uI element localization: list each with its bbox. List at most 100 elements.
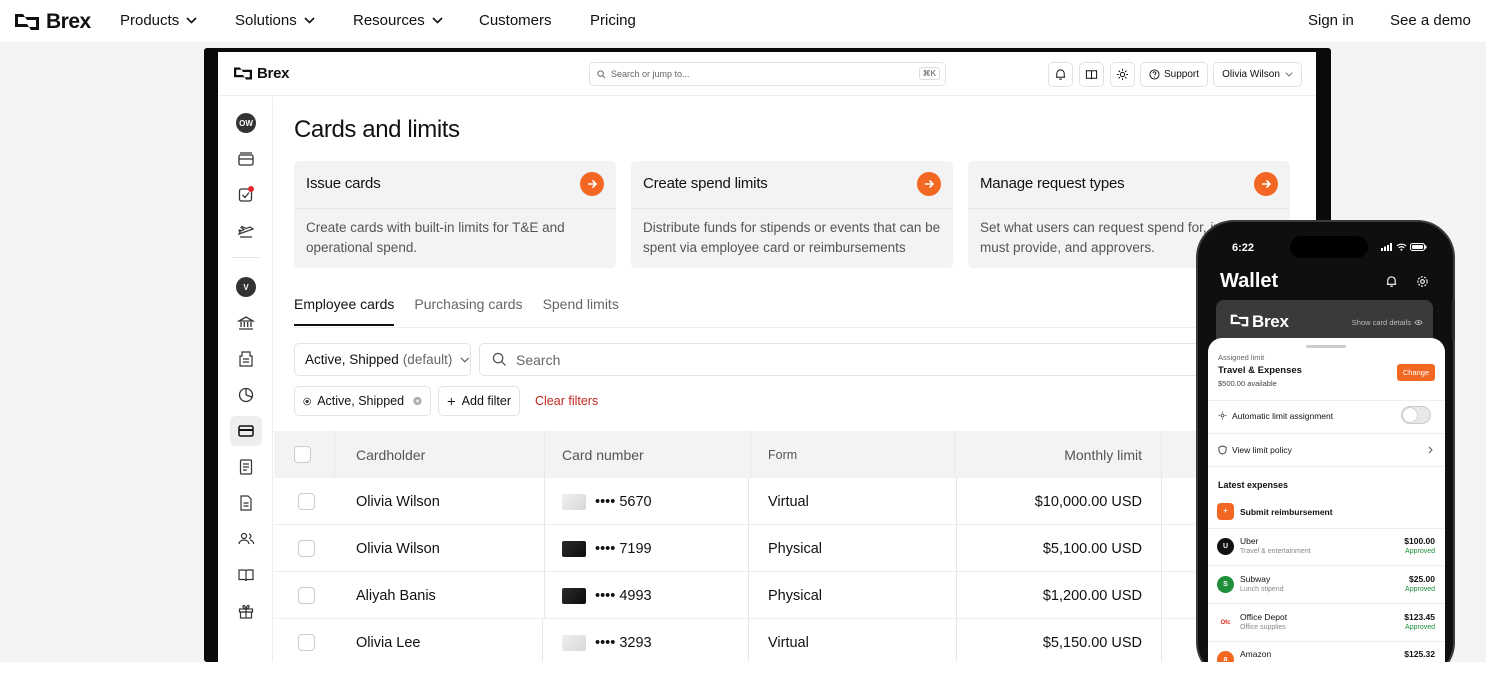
table-row[interactable]: Olivia Lee •••• 3293 Virtual $5,150.00 U…: [274, 619, 1316, 662]
arrow-right-icon[interactable]: [1254, 172, 1278, 196]
active-filter-chip[interactable]: Active, Shipped: [294, 386, 431, 416]
sidebar-item-cards[interactable]: [230, 416, 262, 446]
column-divider: [1161, 431, 1162, 478]
gear-icon[interactable]: [1416, 275, 1429, 288]
app-wordmark: Brex: [257, 65, 290, 82]
expense-merchant: Uber: [1240, 536, 1259, 546]
auto-assign-toggle[interactable]: [1401, 406, 1431, 424]
plus-icon[interactable]: +: [1217, 503, 1234, 520]
guides-button[interactable]: [1079, 62, 1104, 87]
feature-card-title: Create spend limits: [643, 175, 768, 192]
change-limit-button[interactable]: Change: [1397, 364, 1435, 381]
card-number: •••• 3293: [595, 634, 652, 651]
see-demo-link[interactable]: See a demo: [1390, 12, 1471, 29]
sun-icon: [1218, 411, 1227, 420]
arrow-right-icon[interactable]: [917, 172, 941, 196]
row-checkbox[interactable]: [298, 540, 315, 557]
brex-logo-icon: [15, 14, 39, 30]
status-icons: [1381, 243, 1427, 251]
app-logo[interactable]: Brex: [233, 65, 289, 82]
column-header-card-number[interactable]: Card number: [562, 431, 644, 478]
table-search-placeholder: Search: [516, 351, 561, 368]
clear-filters-link[interactable]: Clear filters: [535, 394, 598, 408]
sidebar-item-rewards[interactable]: [230, 596, 262, 626]
expense-merchant: Subway: [1240, 574, 1271, 584]
brex-logo[interactable]: Brex: [14, 10, 91, 34]
card-number-cell: •••• 4993: [562, 572, 652, 619]
notification-dot: [248, 186, 254, 192]
chevron-down-icon: [1285, 72, 1293, 77]
wallet-icon: [238, 152, 254, 166]
sidebar-item-banking[interactable]: [230, 308, 262, 338]
nav-customers[interactable]: Customers: [479, 12, 552, 29]
expense-amount: $125.32: [1404, 649, 1435, 659]
column-divider: [544, 525, 545, 572]
table-row[interactable]: Olivia Wilson •••• 5670 Virtual $10,000.…: [274, 478, 1316, 525]
support-label: Support: [1163, 69, 1200, 80]
remove-filter-icon[interactable]: [413, 395, 422, 407]
sidebar-item-team[interactable]: [230, 524, 262, 554]
table-row[interactable]: Olivia Wilson •••• 7199 Physical $5,100.…: [274, 525, 1316, 572]
sidebar-item-guides[interactable]: [230, 560, 262, 590]
nav-solutions[interactable]: Solutions: [235, 12, 315, 29]
select-all-checkbox[interactable]: [294, 431, 311, 478]
tab-purchasing-cards[interactable]: Purchasing cards: [414, 296, 522, 326]
sidebar-item-travel[interactable]: [230, 216, 262, 246]
plane-icon: [237, 225, 255, 238]
sidebar-item-expenses[interactable]: [230, 344, 262, 374]
expense-status: Approved: [1405, 586, 1435, 593]
create-spend-limits-card[interactable]: Create spend limits Distribute funds for…: [631, 161, 953, 268]
status-filter-select[interactable]: Active, Shipped (default): [294, 343, 471, 376]
nav-pricing[interactable]: Pricing: [590, 12, 636, 29]
column-divider: [1161, 619, 1162, 662]
sidebar-item-reports[interactable]: [230, 488, 262, 518]
chevron-right-icon: [1428, 446, 1433, 454]
sidebar-item-wallet[interactable]: [230, 144, 262, 174]
view-limit-policy-link[interactable]: View limit policy: [1232, 445, 1292, 455]
column-divider: [544, 478, 545, 525]
brex-logo-icon: [1230, 314, 1249, 327]
column-divider: [748, 525, 749, 572]
row-checkbox[interactable]: [298, 587, 315, 604]
column-header-monthly-limit[interactable]: Monthly limit: [974, 431, 1142, 478]
divider: [1208, 528, 1445, 529]
column-divider: [956, 525, 957, 572]
card-number: •••• 7199: [595, 540, 652, 557]
sign-in-link[interactable]: Sign in: [1308, 12, 1354, 29]
row-checkbox[interactable]: [298, 634, 315, 651]
sidebar-item-tasks[interactable]: [230, 180, 262, 210]
column-header-form[interactable]: Form: [768, 431, 797, 478]
add-filter-button[interactable]: Add filter: [438, 386, 520, 416]
issue-cards-card[interactable]: Issue cards Create cards with built-in l…: [294, 161, 616, 268]
bell-icon[interactable]: [1385, 275, 1398, 288]
column-divider: [750, 431, 751, 478]
arrow-right-icon[interactable]: [580, 172, 604, 196]
table-row[interactable]: Aliyah Banis •••• 4993 Physical $1,200.0…: [274, 572, 1316, 619]
sidebar-entity[interactable]: V: [230, 272, 262, 302]
notifications-button[interactable]: [1048, 62, 1073, 87]
tab-employee-cards[interactable]: Employee cards: [294, 296, 395, 326]
support-button[interactable]: Support: [1140, 62, 1208, 87]
sheet-handle[interactable]: [1306, 345, 1346, 348]
expense-amount: $25.00: [1409, 574, 1435, 584]
feature-card-title: Issue cards: [306, 175, 381, 192]
feature-card-description: Create cards with built-in limits for T&…: [306, 220, 565, 255]
column-header-cardholder[interactable]: Cardholder: [356, 431, 425, 478]
table-search-input[interactable]: Search: [479, 343, 1279, 376]
tab-spend-limits[interactable]: Spend limits: [543, 296, 619, 326]
submit-reimbursement-button[interactable]: Submit reimbursement: [1240, 507, 1333, 517]
global-search-input[interactable]: Search or jump to... ⌘K: [589, 62, 946, 86]
show-card-details-button[interactable]: Show card details: [1352, 318, 1423, 327]
row-checkbox[interactable]: [298, 493, 315, 510]
nav-resources[interactable]: Resources: [353, 12, 443, 29]
sidebar-item-budgets[interactable]: [230, 380, 262, 410]
nav-products[interactable]: Products: [120, 12, 197, 29]
latest-expenses-heading: Latest expenses: [1218, 480, 1289, 490]
user-menu-button[interactable]: Olivia Wilson: [1213, 62, 1302, 87]
virtual-card-icon: [562, 634, 586, 651]
cardholder-cell: Olivia Lee: [356, 634, 421, 651]
checkbox[interactable]: [294, 446, 311, 463]
theme-button[interactable]: [1110, 62, 1135, 87]
sidebar-profile[interactable]: OW: [230, 108, 262, 138]
sidebar-item-bills[interactable]: [230, 452, 262, 482]
